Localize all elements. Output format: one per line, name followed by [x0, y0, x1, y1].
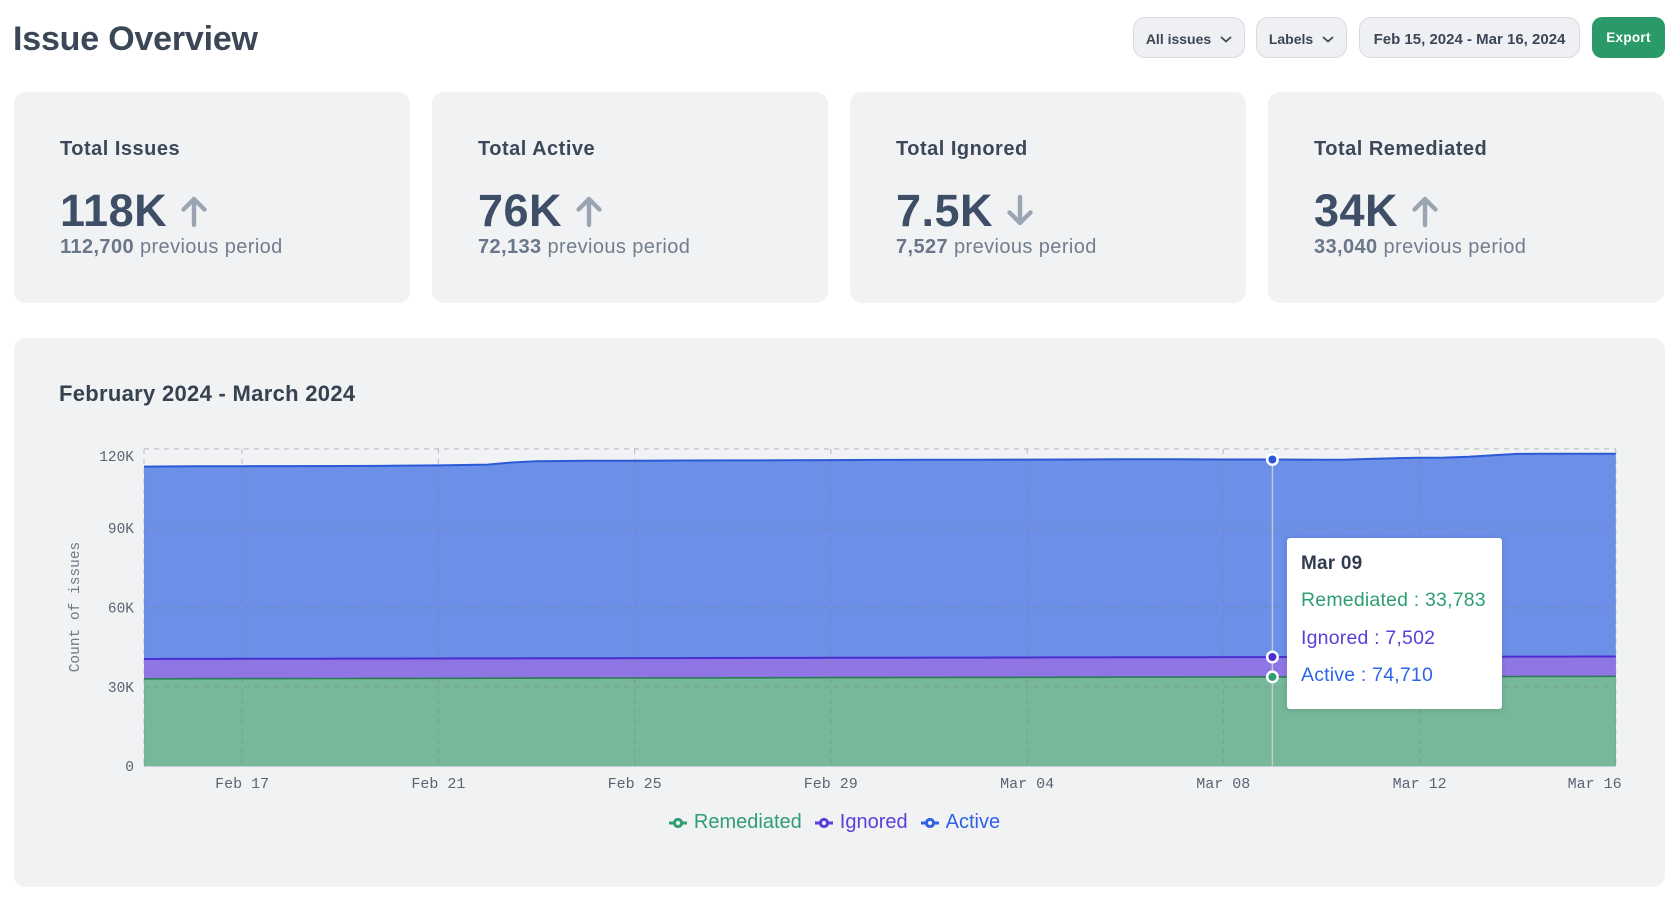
svg-text:Feb 29: Feb 29: [804, 776, 858, 793]
svg-text:Mar 12: Mar 12: [1393, 776, 1447, 793]
svg-text:0: 0: [125, 760, 134, 776]
svg-text:60K: 60K: [108, 602, 134, 618]
svg-text:Mar 04: Mar 04: [1000, 776, 1054, 793]
svg-text:Feb 25: Feb 25: [608, 776, 662, 793]
svg-text:30K: 30K: [108, 681, 134, 697]
svg-text:Mar 08: Mar 08: [1196, 776, 1250, 793]
svg-text:Feb 21: Feb 21: [411, 776, 465, 793]
svg-text:Feb 17: Feb 17: [215, 776, 269, 793]
svg-text:90K: 90K: [108, 522, 134, 538]
svg-text:Mar 16: Mar 16: [1568, 776, 1622, 793]
svg-text:120K: 120K: [99, 450, 134, 466]
svg-text:Count of issues: Count of issues: [68, 542, 84, 673]
